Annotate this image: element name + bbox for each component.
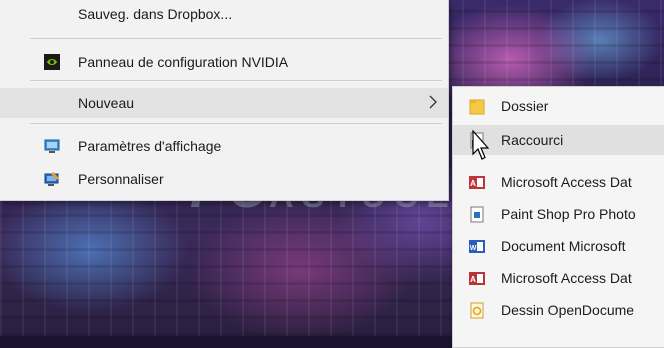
menu-item-nvidia[interactable]: Panneau de configuration NVIDIA [0,47,448,77]
submenu-item-label: Microsoft Access Dat [501,174,632,190]
word-icon: W [469,240,485,253]
menu-item-display-settings[interactable]: Paramètres d'affichage [0,131,448,161]
new-submenu: Dossier Raccourci A Microsoft Access Dat… [452,86,664,348]
menu-item-new[interactable]: Nouveau [0,88,448,118]
access-icon: A [469,176,485,189]
svg-text:W: W [470,245,477,252]
submenu-item-label: Dessin OpenDocume [501,302,635,318]
menu-item-label: Sauveg. dans Dropbox... [78,6,233,22]
psp-icon [470,206,484,223]
submenu-item-label: Raccourci [501,132,564,148]
personalize-icon [44,172,59,186]
menu-separator [30,123,442,124]
submenu-item-paint-shop-pro[interactable]: Paint Shop Pro Photo [453,199,664,229]
submenu-item-word-document[interactable]: W Document Microsoft [453,231,664,261]
menu-item-label: Panneau de configuration NVIDIA [78,54,289,70]
menu-item-label: Personnaliser [78,171,164,187]
submenu-item-access-db[interactable]: A Microsoft Access Dat [453,167,664,197]
submenu-item-opendocument-drawing[interactable]: Dessin OpenDocume [453,295,664,325]
submenu-item-access-db-2[interactable]: A Microsoft Access Dat [453,263,664,293]
menu-item-label: Nouveau [78,95,135,111]
menu-item-dropbox-save[interactable]: Sauveg. dans Dropbox... [0,2,448,32]
odg-icon [470,302,484,319]
submenu-item-folder[interactable]: Dossier [453,91,664,121]
display-settings-icon [44,139,60,153]
submenu-item-label: Dossier [501,98,549,114]
nvidia-icon [44,54,60,70]
submenu-item-label: Document Microsoft [501,238,626,254]
svg-text:A: A [470,275,476,284]
submenu-item-label: Microsoft Access Dat [501,270,632,286]
folder-icon [469,99,485,115]
menu-item-label: Paramètres d'affichage [78,138,222,154]
svg-text:A: A [470,179,476,188]
mouse-cursor-icon [472,130,490,160]
menu-separator [30,38,442,39]
chevron-right-icon [429,95,437,109]
desktop-context-menu: Sauveg. dans Dropbox... Panneau de confi… [0,0,449,201]
menu-separator [30,80,442,81]
submenu-item-label: Paint Shop Pro Photo [501,206,636,222]
menu-item-personalize[interactable]: Personnaliser [0,164,448,194]
access-db-icon: A [469,272,485,285]
